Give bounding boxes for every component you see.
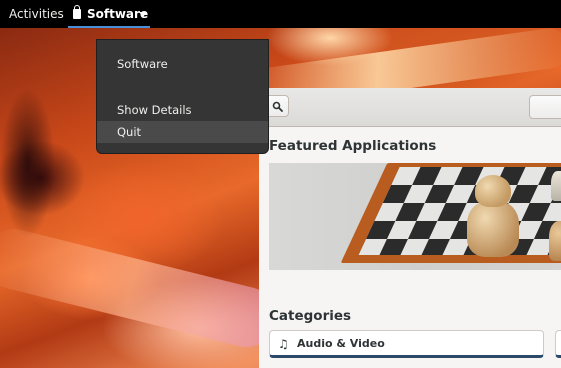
menu-item-software[interactable]: Software <box>97 53 268 75</box>
menu-item-quit[interactable]: Quit <box>97 121 268 143</box>
music-note-icon: ♫ <box>278 337 289 351</box>
search-icon <box>272 101 283 112</box>
app-menu-button[interactable]: Software <box>68 0 150 28</box>
menu-item-label: Show Details <box>117 103 192 117</box>
app-menu-popover: Software Show Details Quit <box>96 39 269 154</box>
featured-banner[interactable] <box>269 163 561 270</box>
software-window: Featured Applications Categories ♫ Audio… <box>259 88 561 368</box>
menu-item-label: Quit <box>117 125 142 139</box>
category-label: Audio & Video <box>297 337 385 350</box>
activities-button[interactable]: Activities <box>9 7 64 21</box>
top-bar: Activities Software <box>0 0 561 28</box>
wallpaper-light-streak-lower <box>0 222 283 354</box>
header-view-switcher[interactable] <box>529 95 561 119</box>
wallpaper-shadow <box>0 88 55 238</box>
categories-title: Categories <box>269 308 352 324</box>
chess-piece-far <box>551 171 561 201</box>
category-audio-video[interactable]: ♫ Audio & Video <box>269 330 544 358</box>
menu-item-show-details[interactable]: Show Details <box>97 99 268 121</box>
chess-pawn-body <box>467 201 519 257</box>
header-bar <box>259 88 561 127</box>
chess-piece-right <box>549 221 561 261</box>
chevron-down-icon <box>139 12 147 17</box>
chess-pawn-head <box>475 175 511 207</box>
menu-item-label: Software <box>117 57 168 71</box>
category-card-next[interactable] <box>555 330 561 358</box>
featured-applications-title: Featured Applications <box>269 138 437 154</box>
shopping-bag-icon <box>73 5 81 19</box>
